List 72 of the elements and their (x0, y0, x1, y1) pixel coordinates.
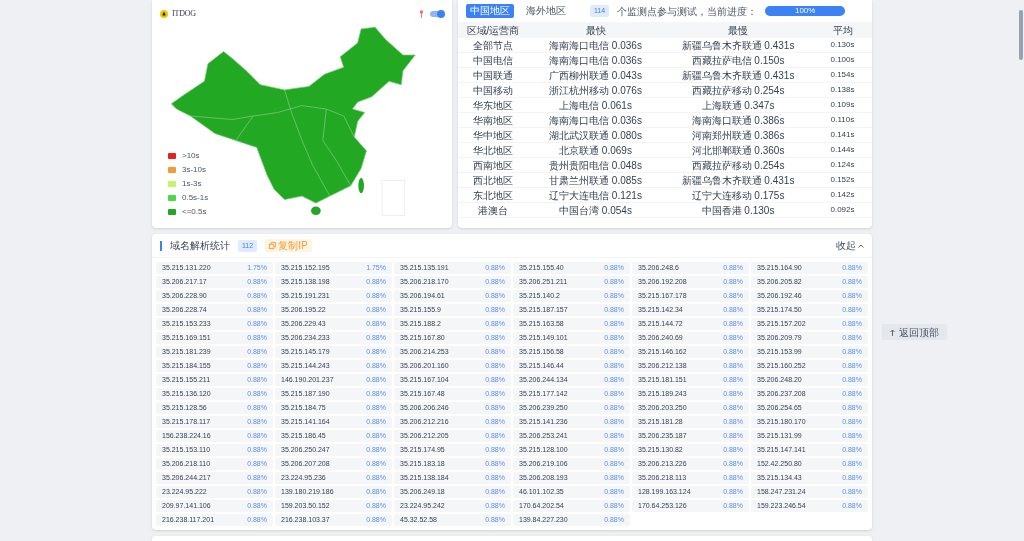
table-cell-text: 上海电信 0.061s (558, 98, 633, 113)
caret-icon (858, 243, 864, 248)
table-cell-text: 甘肃兰州联通 0.085s (548, 173, 643, 188)
copy-icon (269, 242, 277, 249)
table-cell-text: 中国香港 0.130s (700, 203, 776, 218)
scrollbar-thumb (1019, 10, 1023, 60)
legend-label: 3s-10s (182, 164, 206, 176)
table-cell-text: 0.142s (829, 189, 856, 201)
table-cell-text: 中国台湾 0.054s (558, 203, 633, 218)
table-cell-text: 0.124s (829, 159, 856, 171)
table-cell-text: 全部节点 (472, 38, 514, 53)
table-cell-text: 新疆乌鲁木齐联通 0.431s (680, 173, 796, 188)
table-cell-text: 华东地区 (472, 98, 514, 113)
table-cell-text: 0.100s (829, 54, 856, 66)
progress-text: 个监测点参与测试，当前进度： (617, 4, 758, 19)
table-cell-text: 港澳台 (477, 203, 509, 218)
collapse-button[interactable]: 收起 (836, 238, 864, 253)
table-cell-text: 北京联通 0.069s (558, 143, 633, 158)
table-cell-text: 中国联通 (472, 68, 514, 83)
column-header: 区域/运营商 (465, 23, 521, 38)
table-cell-text: 湖北武汉联通 0.080s (548, 128, 643, 143)
table-cell-text: 辽宁大连电信 0.121s (548, 188, 643, 203)
column-header: 最慢 (727, 23, 749, 38)
legend-label: 0.5s-1s (182, 192, 209, 204)
table-cell-text: 西北地区 (472, 173, 514, 188)
table-cell-text: 中国移动 (472, 83, 514, 98)
table-cell-text: 0.154s (829, 69, 856, 81)
table-cell-text: 贵州贵阳电信 0.048s (548, 158, 643, 173)
table-cell-text: 西藏拉萨移动 0.254s (690, 158, 786, 173)
table-cell-text: 海南海口电信 0.036s (548, 53, 643, 68)
table-cell-text: 中国电信 (472, 53, 514, 68)
legend-label: <=0.5s (182, 206, 207, 218)
card-title: 域名解析统计 (170, 239, 230, 253)
table-cell-text: 东北地区 (472, 188, 514, 203)
table-cell-text: 0.141s (829, 129, 856, 141)
table-cell-text: 华中地区 (472, 128, 514, 143)
legend-label: >10s (182, 150, 200, 162)
table-cell-text: 0.130s (829, 39, 856, 51)
table-cell-text: 西藏拉萨移动 0.254s (690, 83, 786, 98)
table-cell-text: 0.092s (829, 204, 856, 216)
back-to-top-button[interactable]: 返回顶部 (882, 324, 947, 340)
table-cell-text: 河北邯郸联通 0.360s (690, 143, 786, 158)
region-tab[interactable]: 海外地区 (522, 4, 570, 18)
table-cell-text: 华北地区 (472, 143, 514, 158)
table-cell-text: 广西柳州联通 0.043s (548, 68, 643, 83)
progress-reading: 100% (793, 6, 817, 16)
table-cell-text: 海南海口电信 0.036s (548, 113, 643, 128)
table-cell-text: 西藏拉萨电信 0.150s (690, 53, 786, 68)
table-cell-text: 新疆乌鲁木齐联通 0.431s (680, 68, 796, 83)
table-cell-text: 华南地区 (472, 113, 514, 128)
table-cell-text: 0.152s (829, 174, 856, 186)
table-cell-text: 浙江杭州移动 0.076s (548, 83, 643, 98)
table-cell-text: 0.110s (829, 114, 856, 126)
legend-label: 1s-3s (182, 178, 202, 190)
column-header: 平均 (831, 23, 854, 38)
table-cell-text: 西南地区 (472, 158, 514, 173)
up-arrow-icon (890, 328, 895, 336)
table-cell-text: 辽宁大连移动 0.175s (690, 188, 786, 203)
pin-icon[interactable] (419, 10, 424, 18)
table-cell-text: 海南海口联通 0.386s (690, 113, 786, 128)
table-cell-text: 0.138s (829, 84, 856, 96)
table-cell-text: 0.144s (829, 144, 856, 156)
column-header: 最快 (584, 23, 607, 38)
dog-logo-icon (160, 10, 168, 18)
table-cell-text: 新疆乌鲁木齐联通 0.431s (680, 38, 796, 53)
table-cell-text: 0.109s (829, 99, 856, 111)
region-tab[interactable]: 中国地区 (466, 4, 514, 18)
table-cell-text: 河南郑州联通 0.386s (690, 128, 786, 143)
table-cell-text: 上海联通 0.347s (700, 98, 776, 113)
logo-text: ITDOG (172, 8, 196, 20)
table-cell-text: 海南海口电信 0.036s (548, 38, 643, 53)
toggle-switch[interactable] (430, 11, 444, 17)
